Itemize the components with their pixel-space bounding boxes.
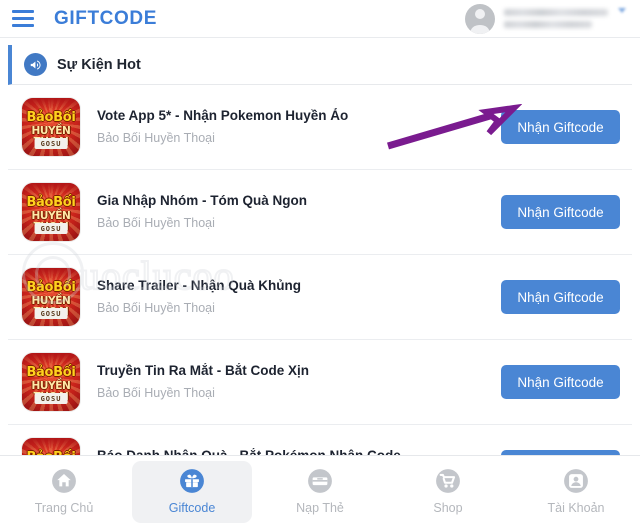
game-icon: BảoBối HUYỀN THOẠI GOSU — [22, 183, 80, 241]
claim-giftcode-button[interactable]: Nhận Giftcode — [501, 195, 620, 229]
nav-label: Tài Khoản — [547, 501, 605, 515]
row-text-block: Vote App 5* - Nhận Pokemon Huyền Ảo Bảo … — [97, 108, 501, 146]
home-icon — [51, 468, 77, 494]
app-header: GIFTCODE — [0, 0, 640, 38]
user-avatar-icon[interactable] — [465, 3, 495, 34]
account-area[interactable] — [465, 3, 628, 34]
game-icon-badge: GOSU — [34, 138, 68, 149]
table-row[interactable]: BảoBối HUYỀN THOẠI GOSU Share Trailer - … — [8, 255, 632, 340]
table-row[interactable]: BảoBối HUYỀN THOẠI GOSU Gia Nhập Nhóm - … — [8, 170, 632, 255]
row-title: Share Trailer - Nhận Quà Khủng — [97, 278, 302, 294]
nav-label: Giftcode — [168, 501, 216, 515]
game-icon-band — [22, 183, 80, 195]
row-subtitle: Bảo Bối Huyền Thoại — [97, 385, 215, 400]
nav-item-tai-khoan[interactable]: Tài Khoản — [516, 461, 636, 523]
hamburger-line — [12, 17, 34, 20]
game-icon-line1: BảoBối — [26, 365, 76, 380]
row-title: Gia Nhập Nhóm - Tóm Quà Ngon — [97, 193, 307, 209]
row-text-block: Truyền Tin Ra Mắt - Bắt Code Xịn Bảo Bối… — [97, 363, 501, 401]
game-icon-badge: GOSU — [34, 223, 68, 234]
hamburger-line — [12, 10, 34, 13]
claim-giftcode-button[interactable]: Nhận Giftcode — [501, 110, 620, 144]
row-title: Vote App 5* - Nhận Pokemon Huyền Ảo — [97, 108, 349, 124]
bottom-navigation: Trang Chủ Giftcode Nạp Thẻ Shop Tài Khoả… — [0, 455, 640, 527]
game-icon-band — [22, 98, 80, 110]
claim-giftcode-button[interactable]: Nhận Giftcode — [501, 280, 620, 314]
row-text-block: Báo Danh Nhận Quà - Bắt Pokémon Nhận Cod… — [97, 448, 501, 455]
row-subtitle: Bảo Bối Huyền Thoại — [97, 130, 215, 145]
shopping-cart-icon — [435, 468, 461, 494]
account-info-redacted — [504, 9, 608, 28]
nav-label: Shop — [433, 501, 463, 515]
nav-label: Nạp Thẻ — [296, 501, 344, 515]
game-icon-band — [22, 353, 80, 365]
game-icon-band — [22, 268, 80, 280]
account-id-redacted — [504, 21, 592, 28]
row-text-block: Share Trailer - Nhận Quà Khủng Bảo Bối H… — [97, 278, 501, 316]
nav-item-giftcode[interactable]: Giftcode — [132, 460, 252, 523]
game-icon-band — [22, 438, 80, 450]
table-row[interactable]: BảoBối HUYỀN THOẠI GOSU Truyền Tin Ra Mắ… — [8, 340, 632, 425]
game-icon-line1: BảoBối — [26, 195, 76, 210]
nav-item-shop[interactable]: Shop — [388, 461, 508, 523]
game-icon-line1: BảoBối — [26, 110, 76, 125]
app-root: GIFTCODE Sự Kiện Hot BảoBối HUYỀN GOSU V… — [0, 0, 640, 527]
account-icon — [563, 468, 589, 494]
giftbox-icon — [179, 468, 205, 494]
claim-giftcode-button[interactable]: Nhận Giftcode — [501, 365, 620, 399]
game-icon: BảoBối HUYỀN THOẠI GOSU — [22, 98, 80, 156]
table-row[interactable]: BảoBối HUYỀN THOẠI GOSU Báo Danh Nhận Qu… — [8, 425, 632, 455]
game-icon: BảoBối HUYỀN THOẠI GOSU — [22, 438, 80, 455]
game-icon-badge: GOSU — [34, 308, 68, 319]
section-title: Sự Kiện Hot — [57, 56, 141, 73]
nav-item-nap-the[interactable]: Nạp Thẻ — [260, 461, 380, 523]
megaphone-icon — [24, 53, 47, 76]
table-row[interactable]: BảoBối HUYỀN THOẠI GOSU Vote App 5* - Nh… — [8, 85, 632, 170]
card-icon — [307, 468, 333, 494]
nav-item-trang-chu[interactable]: Trang Chủ — [4, 461, 124, 523]
game-icon: BảoBối HUYỀN THOẠI GOSU — [22, 353, 80, 411]
game-icon-badge: GOSU — [34, 393, 68, 404]
row-title: Truyền Tin Ra Mắt - Bắt Code Xịn — [97, 363, 310, 379]
row-subtitle: Bảo Bối Huyền Thoại — [97, 215, 215, 230]
row-title: Báo Danh Nhận Quà - Bắt Pokémon Nhận Cod… — [97, 448, 491, 455]
section-header-hot-events: Sự Kiện Hot — [8, 45, 632, 85]
giftcode-list[interactable]: BảoBối HUYỀN THOẠI GOSU Vote App 5* - Nh… — [8, 85, 632, 455]
hamburger-line — [12, 24, 34, 27]
chevron-down-icon[interactable] — [618, 7, 626, 13]
page-title: GIFTCODE — [54, 7, 157, 29]
nav-label: Trang Chủ — [34, 501, 94, 515]
row-text-block: Gia Nhập Nhóm - Tóm Quà Ngon Bảo Bối Huy… — [97, 193, 501, 231]
game-icon: BảoBối HUYỀN THOẠI GOSU — [22, 268, 80, 326]
row-subtitle: Bảo Bối Huyền Thoại — [97, 300, 215, 315]
account-name-redacted — [504, 9, 608, 16]
hamburger-menu-icon[interactable] — [12, 9, 38, 29]
game-icon-line1: BảoBối — [26, 280, 76, 295]
